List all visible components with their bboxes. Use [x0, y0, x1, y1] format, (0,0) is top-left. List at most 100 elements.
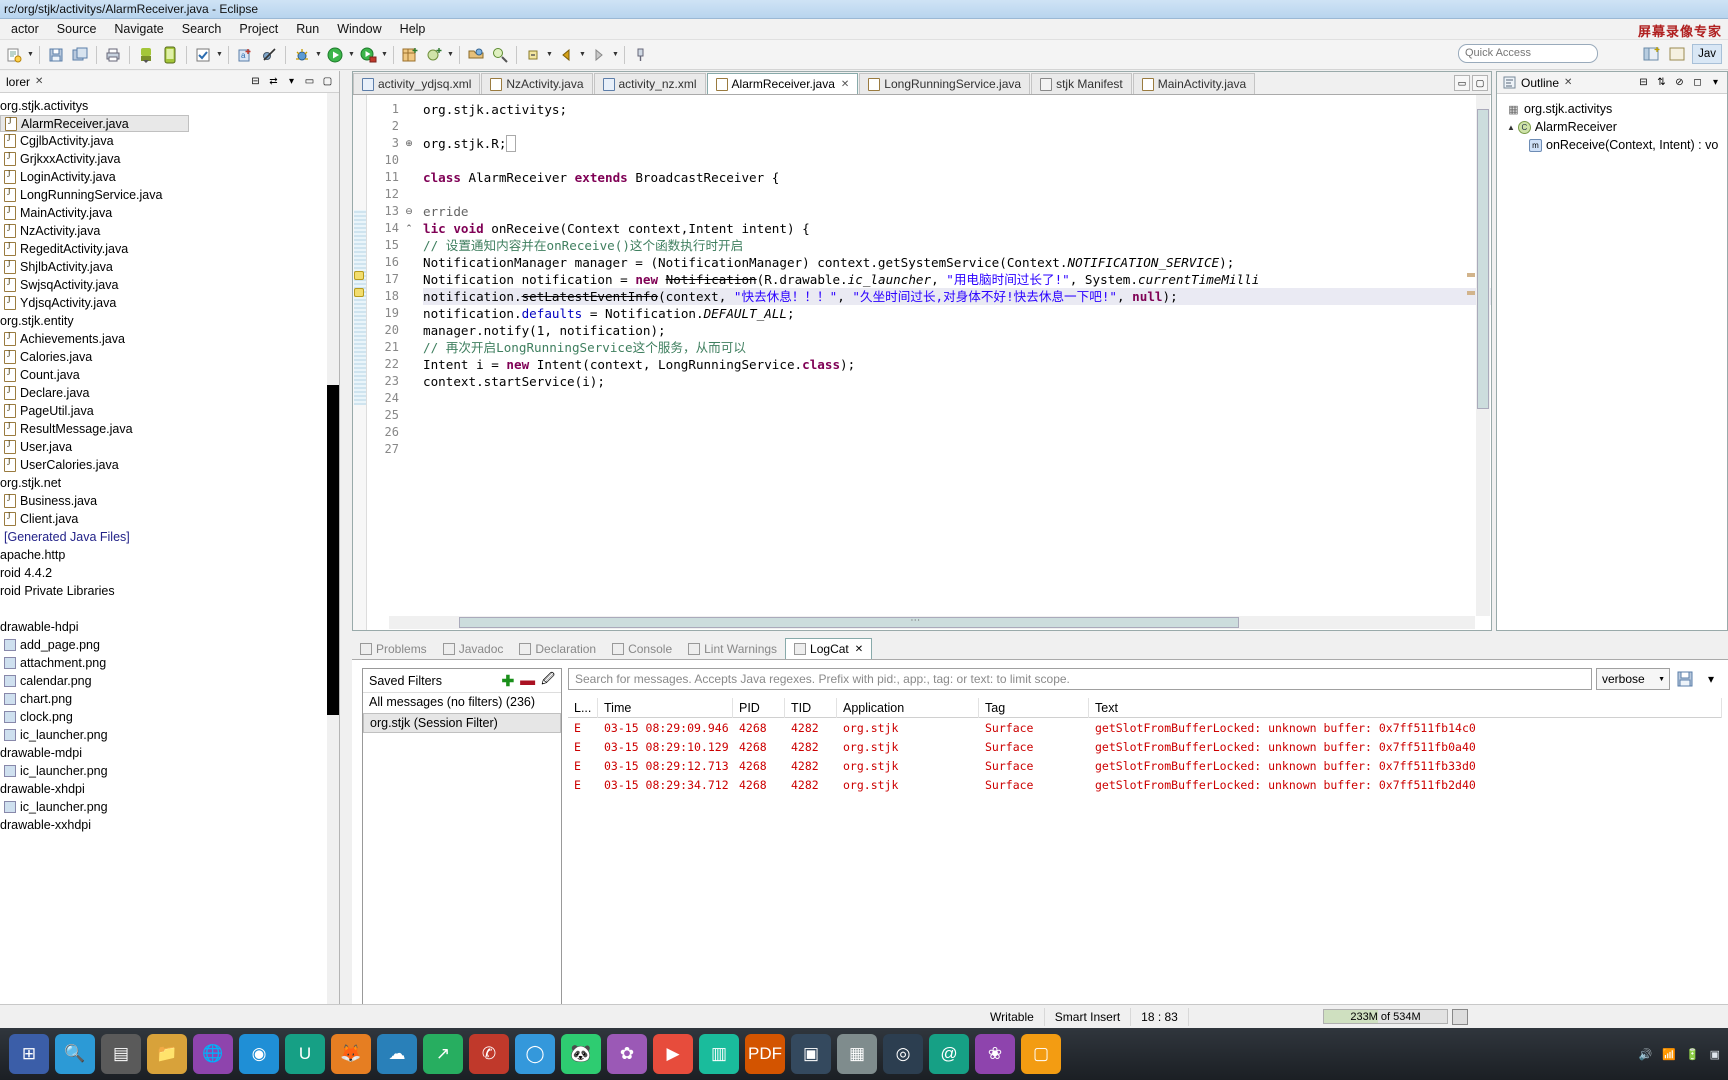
logcat-search-input[interactable]: Search for messages. Accepts Java regexe…: [568, 668, 1592, 690]
hide-static-icon[interactable]: ◻: [1690, 74, 1705, 90]
explorer-item[interactable]: org.stjk.entity: [0, 312, 339, 330]
explorer-item[interactable]: clock.png: [0, 708, 339, 726]
menu-item-source[interactable]: Source: [48, 20, 106, 38]
code-line[interactable]: [423, 186, 1491, 203]
editor-vertical-scrollbar[interactable]: [1476, 95, 1490, 616]
minimize-view-icon[interactable]: ▭: [302, 73, 317, 89]
new-android-project-icon[interactable]: a: [234, 44, 256, 66]
editor-tab[interactable]: activity_ydjsq.xml: [353, 73, 481, 94]
editor-tab[interactable]: stjk Manifest: [1031, 73, 1132, 94]
logcat-row[interactable]: E 03-15 08:29:10.129 4268 4282 org.stjk Surfa…: [568, 737, 1722, 756]
code-line[interactable]: [423, 441, 1491, 458]
explorer-item[interactable]: ic_launcher.png: [0, 726, 339, 744]
link-editor-icon[interactable]: ⇄: [266, 73, 281, 89]
explorer-item[interactable]: Declare.java: [0, 384, 339, 402]
collapse-all-icon[interactable]: ⊟: [248, 73, 263, 89]
pin-editor-icon[interactable]: [630, 44, 652, 66]
lint-dropdown-icon[interactable]: ▼: [215, 44, 224, 66]
outline-tab[interactable]: Outline ✕ ⊟ ⇅ ⊘ ◻ ▾: [1497, 72, 1727, 94]
explorer-item[interactable]: RegeditActivity.java: [0, 240, 339, 258]
outline-item[interactable]: m onReceive(Context, Intent) : vo: [1501, 136, 1727, 154]
explorer-item[interactable]: drawable-mdpi: [0, 744, 339, 762]
code-line[interactable]: [423, 407, 1491, 424]
pdf-icon[interactable]: PDF: [745, 1034, 785, 1074]
code-line[interactable]: lic void onReceive(Context context,Inten…: [423, 220, 1491, 237]
hide-fields-icon[interactable]: ⊘: [1672, 74, 1687, 90]
code-line[interactable]: // 再次开启LongRunningService这个服务，从而可以: [423, 339, 1491, 356]
minimize-editor-icon[interactable]: ▭: [1454, 75, 1470, 91]
teal-flower-icon[interactable]: ✿: [607, 1034, 647, 1074]
logcat-column-header[interactable]: PID: [733, 697, 785, 718]
search-icon[interactable]: [489, 44, 511, 66]
save-all-icon[interactable]: [69, 44, 91, 66]
browser-icon[interactable]: ◎: [883, 1034, 923, 1074]
file-explorer-icon[interactable]: 📁: [147, 1034, 187, 1074]
explorer-item[interactable]: MainActivity.java: [0, 204, 339, 222]
explorer-item[interactable]: ic_launcher.png: [0, 798, 339, 816]
saved-filter-item[interactable]: org.stjk (Session Filter): [363, 713, 561, 733]
code-line[interactable]: erride: [423, 203, 1491, 220]
back-icon[interactable]: [555, 44, 577, 66]
explorer-item[interactable]: chart.png: [0, 690, 339, 708]
outline-tree[interactable]: ▦ org.stjk.activitys ▲ C AlarmReceiver m onRec…: [1497, 94, 1727, 154]
phone-app-icon[interactable]: ✆: [469, 1034, 509, 1074]
maximize-editor-icon[interactable]: ▢: [1472, 75, 1488, 91]
play-store-icon[interactable]: ▶: [653, 1034, 693, 1074]
view-menu-icon[interactable]: ▾: [1708, 74, 1723, 90]
new-class-dropdown-icon[interactable]: ▼: [446, 44, 455, 66]
sort-icon[interactable]: ⇅: [1654, 74, 1669, 90]
menu-item-navigate[interactable]: Navigate: [105, 20, 172, 38]
code-editor[interactable]: 1 2 3 10 11 12 13 14 15 16 17 18 19 20 21 22 23 24 25 26 27 …: [353, 95, 1491, 630]
logcat-column-header[interactable]: Tag: [979, 697, 1089, 718]
explorer-item[interactable]: SwjsqActivity.java: [0, 276, 339, 294]
media-icon[interactable]: ▥: [699, 1034, 739, 1074]
code-line[interactable]: Notification notification = new Notifica…: [423, 271, 1491, 288]
explorer-item[interactable]: roid 4.4.2: [0, 564, 339, 582]
logcat-row[interactable]: E 03-15 08:29:34.712 4268 4282 org.stjk Surfa…: [568, 775, 1722, 794]
firefox-icon[interactable]: 🦊: [331, 1034, 371, 1074]
menu-item-help[interactable]: Help: [391, 20, 435, 38]
editor-scroll-thumb-h[interactable]: [459, 617, 1239, 628]
logcat-view-menu-icon[interactable]: ▾: [1700, 668, 1722, 690]
explorer-item[interactable]: LoginActivity.java: [0, 168, 339, 186]
expand-arrow-icon[interactable]: ▲: [1507, 123, 1515, 132]
forward-dropdown-icon[interactable]: ▼: [611, 44, 620, 66]
notification-icon[interactable]: ▣: [1710, 1048, 1720, 1061]
panda-icon[interactable]: 🐼: [561, 1034, 601, 1074]
code-line[interactable]: org.stjk.activitys;: [423, 101, 1491, 118]
run-icon[interactable]: [324, 44, 346, 66]
editor-tab[interactable]: AlarmReceiver.java ✕: [706, 73, 859, 94]
bottom-tab[interactable]: Problems: [352, 638, 435, 659]
folding-ruler[interactable]: ⊕ ⊖ ⌃: [403, 95, 415, 630]
remove-filter-icon[interactable]: ▬: [520, 672, 535, 689]
logcat-column-header[interactable]: TID: [785, 697, 837, 718]
new-wizard-icon[interactable]: [3, 44, 25, 66]
close-icon[interactable]: ✕: [1564, 77, 1572, 88]
skip-breakpoints-icon[interactable]: [258, 44, 280, 66]
perspective-switcher[interactable]: Jav: [1640, 43, 1722, 64]
code-line[interactable]: class AlarmReceiver extends BroadcastRec…: [423, 169, 1491, 186]
save-log-icon[interactable]: [1674, 668, 1696, 690]
explorer-vertical-scrollbar[interactable]: [327, 93, 339, 1056]
terminal-icon[interactable]: ❀: [975, 1034, 1015, 1074]
code-line[interactable]: [423, 390, 1491, 407]
logcat-column-header[interactable]: L...: [568, 697, 598, 718]
explorer-item[interactable]: [Generated Java Files]: [0, 528, 339, 546]
collapse-all-icon[interactable]: ⊟: [1636, 74, 1651, 90]
explorer-item[interactable]: GrjkxxActivity.java: [0, 150, 339, 168]
explorer-item[interactable]: Count.java: [0, 366, 339, 384]
explorer-item[interactable]: YdjsqActivity.java: [0, 294, 339, 312]
explorer-item[interactable]: LongRunningService.java: [0, 186, 339, 204]
chrome-icon[interactable]: ◯: [515, 1034, 555, 1074]
bottom-tab[interactable]: Declaration: [511, 638, 604, 659]
open-perspective-icon[interactable]: [1640, 43, 1662, 64]
next-annotation-icon[interactable]: [522, 44, 544, 66]
saved-filters-list[interactable]: All messages (no filters) (236) org.stjk …: [363, 693, 561, 733]
memory-bar[interactable]: 233M of 534M: [1323, 1009, 1448, 1024]
explorer-item[interactable]: apache.http: [0, 546, 339, 564]
quick-access-input[interactable]: Quick Access: [1458, 44, 1598, 63]
save-icon[interactable]: [45, 44, 67, 66]
fold-toggle[interactable]: ⊕: [403, 135, 415, 152]
explorer-item[interactable]: drawable-xhdpi: [0, 780, 339, 798]
logcat-table-header[interactable]: L... Time PID TID Application Tag Text: [568, 697, 1722, 718]
